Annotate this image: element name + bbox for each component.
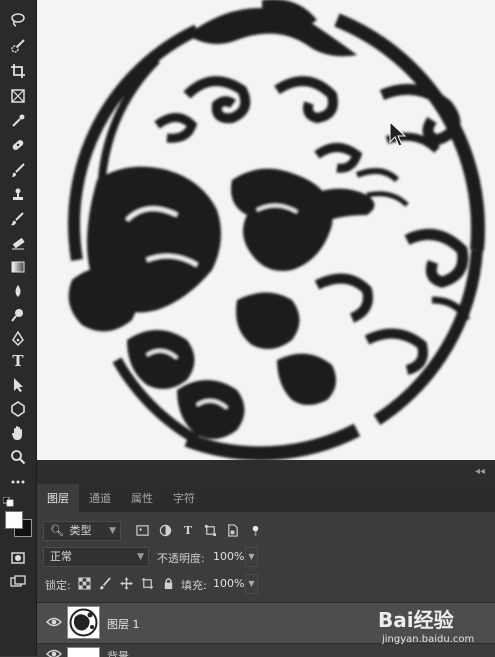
fill-label: 填充: xyxy=(181,579,207,592)
chevron-down-icon: ▼ xyxy=(109,526,116,536)
eye-icon[interactable] xyxy=(46,615,62,629)
type-filter-icon[interactable]: T xyxy=(181,523,195,537)
opacity-dropdown-icon[interactable]: ▼ xyxy=(245,547,258,567)
filter-kind-value: 类型 xyxy=(69,524,92,537)
type-icon[interactable]: T xyxy=(6,351,30,371)
filter-kind-select[interactable]: 🔍︎ 类型 ▼ xyxy=(43,521,121,541)
lock-image-pixels-icon[interactable] xyxy=(98,576,112,590)
zoom-icon[interactable] xyxy=(6,447,30,467)
pixel-filter-icon[interactable] xyxy=(135,523,149,537)
filter-search-icon: 🔍︎ xyxy=(50,524,64,537)
tab-layers[interactable]: 图层 xyxy=(37,484,79,512)
quick-mask-icon[interactable] xyxy=(6,548,30,568)
panel-header-strip: ◂◂ xyxy=(37,460,495,484)
history-brush-icon[interactable] xyxy=(6,209,30,229)
frame-icon[interactable] xyxy=(6,86,30,106)
blend-opacity-row: 正常 ▼ 不透明度: 100% ▼ xyxy=(37,544,495,570)
gradient-icon[interactable] xyxy=(6,257,30,277)
layer-filter-row: 🔍︎ 类型 ▼ T xyxy=(37,518,495,544)
foreground-color-swatch[interactable] xyxy=(5,511,23,529)
opacity-label: 不透明度: xyxy=(157,552,205,565)
collapse-panel-icon[interactable]: ◂◂ xyxy=(475,466,485,477)
smart-object-filter-icon[interactable] xyxy=(225,523,239,537)
tools-panel: T xyxy=(0,0,37,656)
tab-channels[interactable]: 通道 xyxy=(79,484,121,512)
eyedropper-icon[interactable] xyxy=(6,111,30,131)
lock-all-icon[interactable] xyxy=(161,576,175,590)
layer-name[interactable]: 图层 1 xyxy=(107,616,140,632)
lock-artboard-icon[interactable] xyxy=(140,576,154,590)
screen-mode-icon[interactable] xyxy=(6,572,30,592)
blur-icon[interactable] xyxy=(6,281,30,301)
dodge-icon[interactable] xyxy=(6,305,30,325)
crop-icon[interactable] xyxy=(6,61,30,81)
lock-label: 锁定: xyxy=(45,579,71,592)
document-canvas[interactable] xyxy=(37,0,495,460)
more-tools-icon[interactable] xyxy=(6,472,30,492)
default-colors-icon[interactable] xyxy=(3,497,15,507)
hand-icon[interactable] xyxy=(6,423,30,443)
clone-stamp-icon[interactable] xyxy=(6,185,30,205)
lock-transparent-pixels-icon[interactable] xyxy=(77,576,91,590)
dragon-emblem-artwork xyxy=(68,0,485,460)
quick-selection-icon[interactable] xyxy=(6,36,30,56)
layer-thumbnail xyxy=(67,606,100,639)
watermark-url: jingyan.baidu.com xyxy=(382,634,475,645)
watermark-brand: Bai经验 xyxy=(378,608,454,632)
pen-icon[interactable] xyxy=(6,329,30,349)
shape-filter-icon[interactable] xyxy=(203,523,217,537)
blend-mode-value: 正常 xyxy=(50,550,72,563)
color-swatches xyxy=(3,497,35,537)
tab-character[interactable]: 字符 xyxy=(163,484,205,512)
fill-field[interactable]: 100% xyxy=(211,574,246,594)
baidu-jingyan-watermark: Bai经验 jingyan.baidu.com xyxy=(368,604,490,652)
panel-tab-bar: 图层 通道 属性 字符 xyxy=(37,484,495,512)
tab-properties[interactable]: 属性 xyxy=(121,484,163,512)
path-selection-icon[interactable] xyxy=(6,375,30,395)
chevron-down-icon: ▼ xyxy=(137,552,144,562)
blend-mode-select[interactable]: 正常 ▼ xyxy=(43,547,149,567)
brush-icon[interactable] xyxy=(6,160,30,180)
healing-brush-icon[interactable] xyxy=(6,135,30,155)
lock-fill-row: 锁定: 填充: 100% ▼ xyxy=(37,571,495,597)
adjustment-filter-icon[interactable] xyxy=(158,523,172,537)
fill-dropdown-icon[interactable]: ▼ xyxy=(245,574,258,594)
shape-icon[interactable] xyxy=(6,399,30,419)
lasso-icon[interactable] xyxy=(6,10,30,30)
opacity-field[interactable]: 100% xyxy=(211,547,246,567)
filter-toggle-icon[interactable] xyxy=(248,523,262,537)
lock-position-icon[interactable] xyxy=(119,576,133,590)
eraser-icon[interactable] xyxy=(6,233,30,253)
